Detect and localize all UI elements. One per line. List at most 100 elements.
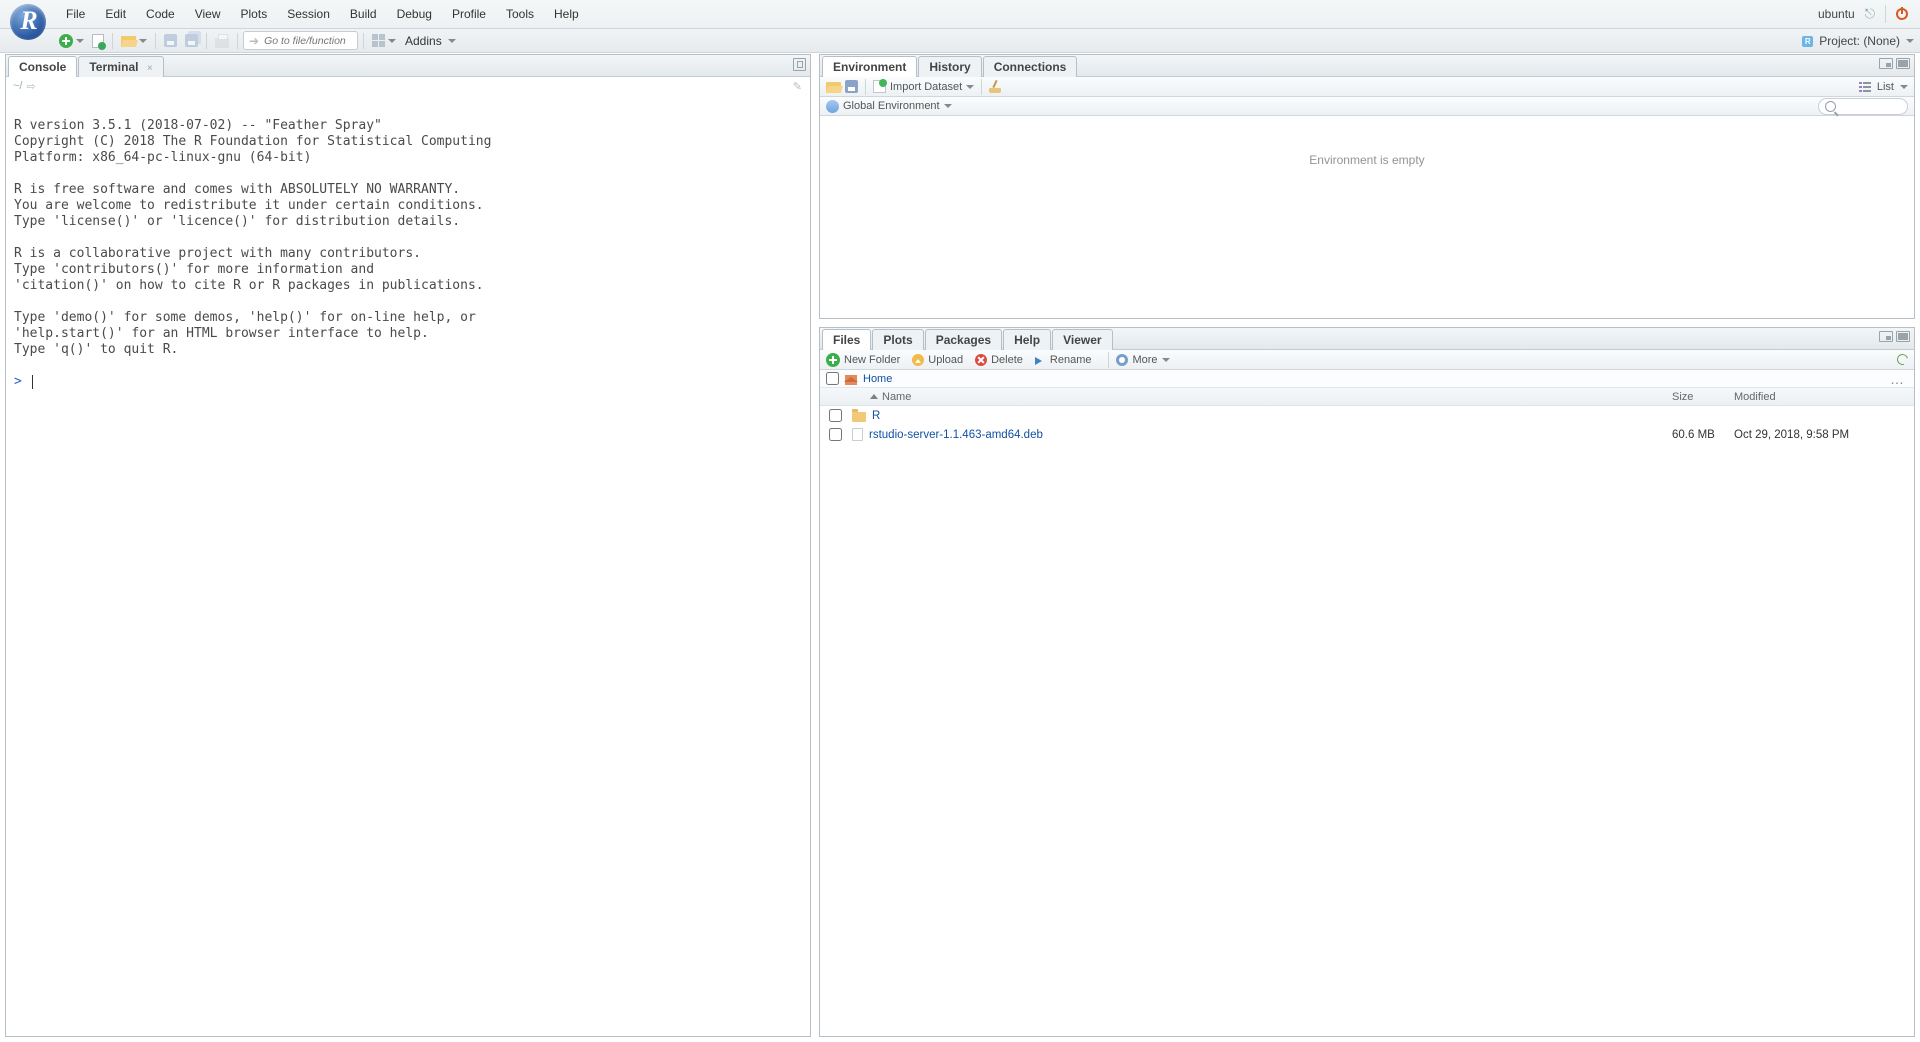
more-menu[interactable]: More bbox=[1132, 354, 1157, 366]
menu-file[interactable]: File bbox=[56, 0, 95, 28]
tab-plots[interactable]: Plots bbox=[872, 329, 923, 350]
clear-console-icon[interactable]: ✎ bbox=[793, 80, 802, 93]
new-project-button[interactable] bbox=[89, 31, 107, 51]
breadcrumb-home[interactable]: Home bbox=[863, 373, 892, 385]
print-button[interactable] bbox=[212, 31, 232, 51]
caret-icon bbox=[1906, 39, 1914, 47]
environment-toolbar: Import Dataset List bbox=[820, 77, 1914, 97]
addins-menu[interactable]: Addins bbox=[401, 34, 460, 48]
home-icon[interactable] bbox=[845, 375, 857, 385]
delete-button[interactable]: Delete bbox=[991, 354, 1023, 366]
files-panel: Files Plots Packages Help Viewer New Fol… bbox=[819, 327, 1915, 1037]
file-checkbox[interactable] bbox=[829, 428, 842, 441]
menu-build[interactable]: Build bbox=[340, 0, 387, 28]
save-workspace-button[interactable] bbox=[845, 80, 858, 93]
environment-scope-bar: Global Environment bbox=[820, 97, 1914, 116]
load-workspace-button[interactable] bbox=[826, 82, 841, 93]
username: ubuntu bbox=[1818, 7, 1855, 21]
clear-workspace-button[interactable] bbox=[989, 80, 1001, 93]
caret-icon bbox=[966, 85, 974, 93]
col-size[interactable]: Size bbox=[1672, 391, 1734, 403]
search-icon bbox=[1825, 101, 1836, 112]
menu-view[interactable]: View bbox=[185, 0, 231, 28]
tab-viewer[interactable]: Viewer bbox=[1052, 329, 1112, 350]
file-row[interactable]: rstudio-server-1.1.463-amd64.deb 60.6 MB… bbox=[820, 425, 1914, 444]
caret-icon bbox=[448, 39, 456, 47]
env-search-box[interactable] bbox=[1818, 98, 1908, 115]
goto-arrow-icon: ➔ bbox=[249, 34, 259, 48]
goto-dir-icon[interactable]: ⇨ bbox=[26, 80, 35, 93]
gear-icon bbox=[1116, 354, 1128, 366]
separator bbox=[112, 33, 113, 49]
env-scope-select[interactable]: Global Environment bbox=[843, 100, 940, 112]
open-file-button[interactable] bbox=[118, 31, 150, 51]
power-icon[interactable] bbox=[1896, 8, 1908, 20]
file-icon bbox=[852, 428, 863, 441]
save-button[interactable] bbox=[161, 31, 180, 51]
pane-maximize-button[interactable] bbox=[1896, 58, 1910, 69]
global-toolbar: ➔ Addins Project: (None) bbox=[0, 29, 1920, 53]
tab-connections[interactable]: Connections bbox=[983, 56, 1078, 77]
delete-icon bbox=[975, 354, 987, 366]
console-cursor bbox=[32, 375, 33, 389]
tab-console[interactable]: Console bbox=[8, 56, 77, 77]
menu-code[interactable]: Code bbox=[136, 0, 185, 28]
environment-panel: Environment History Connections Import D… bbox=[819, 54, 1915, 319]
upload-icon bbox=[912, 354, 924, 366]
menu-debug[interactable]: Debug bbox=[387, 0, 442, 28]
close-icon[interactable]: × bbox=[147, 63, 153, 74]
menu-profile[interactable]: Profile bbox=[442, 0, 496, 28]
pane-minimize-button[interactable] bbox=[1879, 331, 1893, 342]
files-toolbar: New Folder Upload Delete Rename More bbox=[820, 350, 1914, 370]
environment-empty-text: Environment is empty bbox=[1309, 153, 1424, 167]
menu-session[interactable]: Session bbox=[277, 0, 340, 28]
file-name[interactable]: R bbox=[872, 410, 880, 422]
caret-icon bbox=[1162, 358, 1170, 366]
caret-icon bbox=[1900, 85, 1908, 93]
sign-out-icon[interactable]: ⎋ bbox=[1865, 6, 1875, 22]
col-modified[interactable]: Modified bbox=[1734, 391, 1914, 403]
separator bbox=[206, 33, 207, 49]
caret-icon bbox=[944, 104, 952, 112]
project-menu[interactable]: Project: (None) bbox=[1819, 34, 1900, 48]
menu-plots[interactable]: Plots bbox=[231, 0, 278, 28]
file-checkbox[interactable] bbox=[829, 409, 842, 422]
tab-files[interactable]: Files bbox=[822, 329, 871, 350]
file-size: 60.6 MB bbox=[1672, 429, 1734, 441]
goto-file-input[interactable] bbox=[264, 35, 352, 47]
col-name[interactable]: Name bbox=[866, 391, 1672, 403]
tab-help[interactable]: Help bbox=[1003, 329, 1051, 350]
new-folder-button[interactable]: New Folder bbox=[844, 354, 900, 366]
upload-button[interactable]: Upload bbox=[928, 354, 963, 366]
list-view-icon bbox=[1859, 82, 1871, 92]
project-icon bbox=[1802, 36, 1813, 47]
file-name[interactable]: rstudio-server-1.1.463-amd64.deb bbox=[869, 429, 1043, 441]
tab-environment[interactable]: Environment bbox=[822, 56, 917, 77]
rename-button[interactable]: Rename bbox=[1050, 354, 1092, 366]
pane-maximize-button[interactable] bbox=[1896, 331, 1910, 342]
panes-button[interactable] bbox=[369, 31, 399, 51]
menu-edit[interactable]: Edit bbox=[95, 0, 136, 28]
new-file-button[interactable] bbox=[56, 31, 87, 51]
environment-body: Environment is empty bbox=[820, 116, 1914, 318]
console-output[interactable]: R version 3.5.1 (2018-07-02) -- "Feather… bbox=[6, 95, 810, 1036]
menu-tools[interactable]: Tools bbox=[496, 0, 544, 28]
tab-terminal[interactable]: Terminal × bbox=[78, 56, 163, 77]
refresh-button[interactable] bbox=[1895, 352, 1910, 367]
path-more-button[interactable]: … bbox=[1886, 371, 1908, 387]
files-select-all[interactable] bbox=[826, 372, 839, 385]
goto-file-field[interactable]: ➔ bbox=[243, 31, 358, 50]
tab-history[interactable]: History bbox=[918, 56, 981, 77]
pane-expand-button[interactable] bbox=[793, 58, 806, 71]
menu-help[interactable]: Help bbox=[544, 0, 589, 28]
file-row[interactable]: R bbox=[820, 406, 1914, 425]
import-dataset-button[interactable]: Import Dataset bbox=[890, 81, 962, 93]
separator bbox=[155, 33, 156, 49]
console-prompt: > bbox=[14, 374, 22, 389]
save-all-button[interactable] bbox=[182, 31, 201, 51]
env-view-mode[interactable]: List bbox=[1877, 81, 1894, 93]
files-columns-header: Name Size Modified bbox=[820, 388, 1914, 406]
col-name-label: Name bbox=[882, 391, 911, 403]
pane-minimize-button[interactable] bbox=[1879, 58, 1893, 69]
tab-packages[interactable]: Packages bbox=[925, 329, 1002, 350]
